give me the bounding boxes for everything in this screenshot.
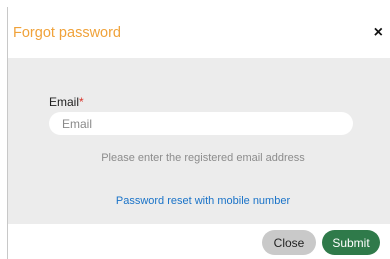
forgot-password-dialog: Forgot password × Email* Please enter th… <box>7 7 390 259</box>
dialog-header: Forgot password × <box>8 7 390 58</box>
email-label: Email* <box>49 95 84 109</box>
email-label-text: Email <box>49 95 80 109</box>
mobile-reset-link[interactable]: Password reset with mobile number <box>8 195 390 207</box>
dialog-title: Forgot password <box>13 24 121 41</box>
dialog-footer: Close Submit <box>8 224 390 259</box>
page-background <box>0 0 390 7</box>
close-icon[interactable]: × <box>374 24 383 41</box>
required-marker: * <box>79 95 84 109</box>
email-hint: Please enter the registered email addres… <box>101 152 305 164</box>
email-field[interactable] <box>49 112 353 135</box>
submit-button[interactable]: Submit <box>322 230 380 255</box>
close-button[interactable]: Close <box>262 230 316 255</box>
dialog-body: Email* Please enter the registered email… <box>8 58 390 224</box>
